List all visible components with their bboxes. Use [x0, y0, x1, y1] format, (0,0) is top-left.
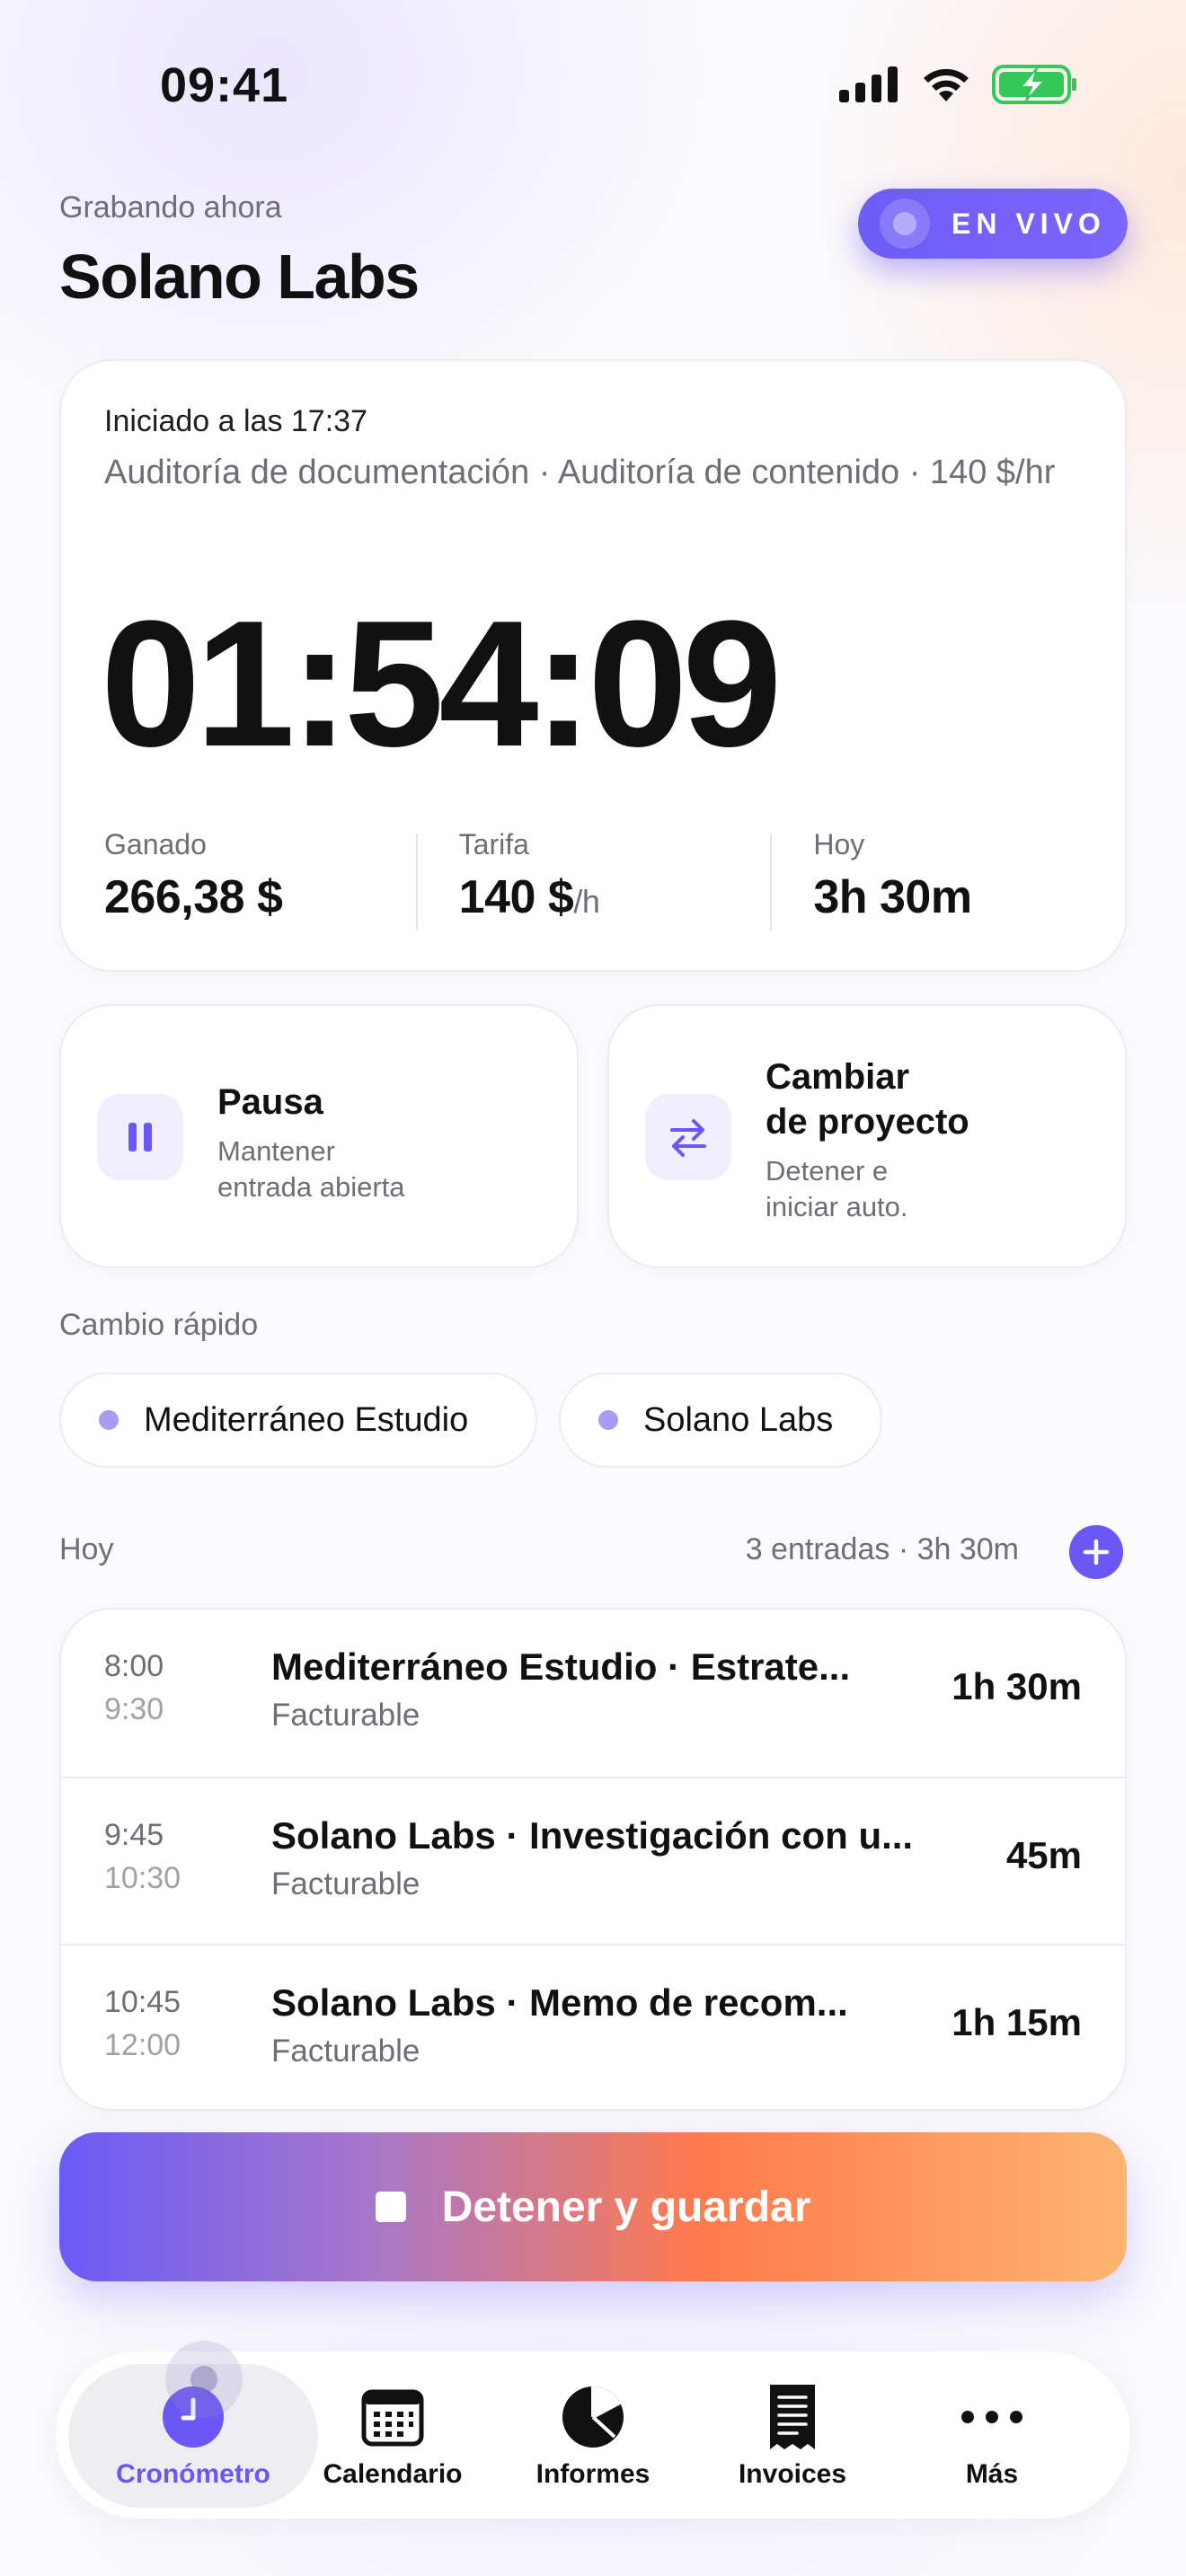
stat-unit: /h — [573, 883, 600, 920]
entry-title: Mediterráneo Estudio · Estrate... — [271, 1645, 851, 1688]
entry-duration: 45m — [1005, 1834, 1082, 1876]
quick-switch-label: Cambio rápido — [59, 1308, 259, 1342]
entry-row[interactable]: 10:45 12:00 Solano Labs · Memo de recom.… — [61, 1944, 1125, 2109]
entry-billing: Facturable — [271, 1866, 420, 1901]
switch-project-button[interactable]: Cambiar de proyecto Detener e iniciar au… — [607, 1004, 1127, 1268]
live-dot-icon — [880, 198, 930, 249]
stat-label: Ganado — [104, 828, 207, 860]
entry-end: 12:00 — [104, 2028, 181, 2062]
entry-end: 9:30 — [104, 1692, 164, 1726]
cellular-signal-icon — [839, 66, 898, 102]
entry-row[interactable]: 9:45 10:30 Solano Labs · Investigación c… — [61, 1777, 1125, 1944]
today-summary: 3 entradas · 3h 30m — [745, 1532, 1019, 1566]
wifi-icon — [924, 68, 969, 101]
chip-label: Solano Labs — [643, 1400, 834, 1439]
status-time: 09:41 — [160, 58, 289, 112]
stat-label: Hoy — [813, 828, 865, 860]
entry-billing: Facturable — [271, 2033, 420, 2069]
timer-stats: Ganado 266,38 $ Tarifa 140 $/h Hoy 3h 30… — [61, 828, 1125, 931]
tab-invoices[interactable]: Invoices — [694, 2351, 891, 2519]
tab-label: Invoices — [738, 2459, 847, 2489]
chip-label: Mediterráneo Estudio — [144, 1400, 469, 1439]
swap-arrows-icon — [645, 1094, 731, 1180]
entry-duration: 1h 15m — [951, 2001, 1082, 2043]
tab-informes[interactable]: Informes — [494, 2351, 692, 2519]
project-color-dot — [99, 1410, 119, 1430]
pause-icon — [97, 1094, 183, 1180]
tab-label: Calendario — [323, 2459, 463, 2489]
stat-value: 140 $/h — [458, 871, 600, 923]
today-label: Hoy — [59, 1532, 114, 1566]
tab-label: Informes — [535, 2459, 651, 2489]
quick-switch-chip[interactable]: Mediterráneo Estudio — [59, 1372, 537, 1468]
plus-icon — [1083, 1539, 1110, 1566]
stat-today: Hoy 3h 30m — [770, 828, 1125, 931]
switch-subtitle-line2: iniciar auto. — [766, 1191, 908, 1222]
status-icons — [839, 65, 1078, 104]
elapsed-time: 01:54:09 — [101, 584, 783, 784]
stat-earned: Ganado 266,38 $ — [61, 828, 416, 924]
receipt-icon — [766, 2384, 819, 2450]
pie-chart-icon — [561, 2384, 625, 2450]
page-title: Solano Labs — [59, 242, 420, 312]
entry-row[interactable]: 8:00 9:30 Mediterráneo Estudio · Estrate… — [61, 1610, 1125, 1777]
pause-subtitle-line1: Mantener — [217, 1135, 335, 1167]
recording-subtitle: Grabando ahora — [59, 190, 282, 225]
stat-value: 266,38 $ — [104, 871, 283, 923]
tab-mas[interactable]: Más — [893, 2351, 1091, 2519]
touch-indicator — [165, 2341, 243, 2418]
live-badge-label: EN VIVO — [951, 207, 1106, 240]
entry-title: Solano Labs · Memo de recom... — [271, 1981, 848, 2024]
switch-subtitle-line1: Detener e — [766, 1155, 889, 1187]
task-description: Auditoría de documentación · Auditoría d… — [104, 454, 1056, 491]
battery-charging-icon — [992, 65, 1076, 104]
calendar-icon — [361, 2384, 424, 2450]
pause-title: Pausa — [217, 1082, 323, 1122]
switch-title-line2: de proyecto — [766, 1102, 969, 1142]
pause-button[interactable]: Pausa Mantener entrada abierta — [59, 1004, 579, 1268]
entry-start: 10:45 — [104, 1985, 181, 2019]
entry-end: 10:30 — [104, 1861, 181, 1895]
entry-duration: 1h 30m — [951, 1665, 1082, 1707]
stat-label: Tarifa — [458, 828, 529, 860]
tab-calendario[interactable]: Calendario — [294, 2351, 491, 2519]
stop-icon — [375, 2192, 406, 2222]
started-at: Iniciado a las 17:37 — [104, 404, 367, 438]
tab-label: Cronómetro — [116, 2459, 270, 2489]
stop-and-save-button[interactable]: Detener y guardar — [59, 2132, 1127, 2281]
entry-title: Solano Labs · Investigación con u... — [271, 1814, 914, 1857]
entries-list: 8:00 9:30 Mediterráneo Estudio · Estrate… — [59, 1608, 1127, 2111]
quick-switch-chip[interactable]: Solano Labs — [559, 1372, 882, 1468]
stat-rate: Tarifa 140 $/h — [415, 828, 771, 931]
tab-label: Más — [965, 2459, 1019, 2489]
pause-subtitle-line2: entrada abierta — [217, 1171, 405, 1203]
switch-title-line1: Cambiar — [766, 1057, 910, 1097]
live-badge: EN VIVO — [858, 189, 1128, 259]
stat-value: 3h 30m — [813, 871, 972, 923]
entry-billing: Facturable — [271, 1698, 420, 1733]
entry-start: 9:45 — [104, 1818, 164, 1852]
add-entry-button[interactable] — [1069, 1525, 1123, 1579]
entry-start: 8:00 — [104, 1649, 164, 1683]
timer-card: Iniciado a las 17:37 Auditoría de docume… — [59, 359, 1127, 972]
more-icon — [960, 2384, 1023, 2450]
stop-button-label: Detener y guardar — [441, 2183, 811, 2231]
project-color-dot — [598, 1410, 618, 1430]
